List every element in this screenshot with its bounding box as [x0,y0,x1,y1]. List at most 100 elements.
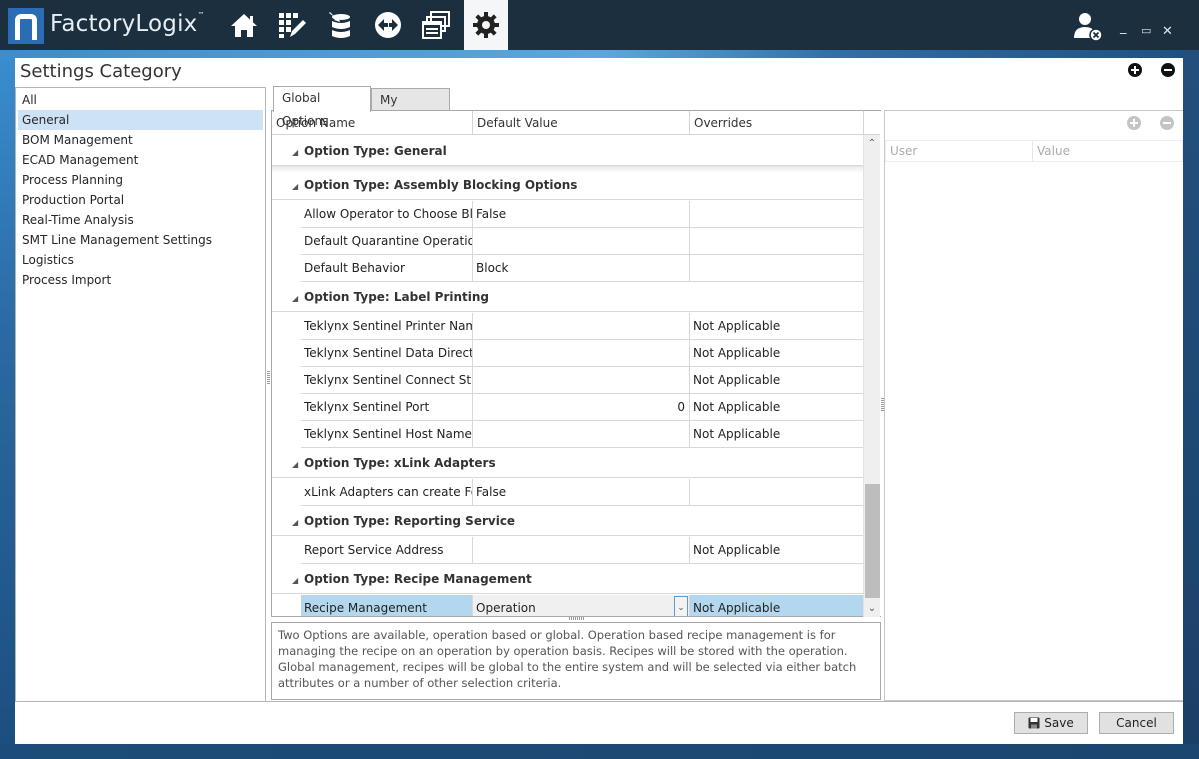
grid-edit-icon[interactable] [270,0,314,50]
column-header-value[interactable]: Value [1033,141,1182,161]
overrides-cell[interactable] [690,228,864,254]
category-item[interactable]: Process Import [18,270,263,290]
add-category-button[interactable] [1128,63,1142,77]
default-value-cell[interactable] [473,340,690,366]
default-value-cell[interactable]: 0 [473,394,690,420]
option-name-cell[interactable]: Default Behavior [301,255,473,281]
windows-icon[interactable] [414,0,458,50]
category-item[interactable]: BOM Management [18,130,263,150]
default-value-cell[interactable]: False [473,201,690,227]
group-header-row[interactable]: ◢ Option Type: Recipe Management [272,564,864,594]
database-import-icon[interactable] [318,0,362,50]
home-icon[interactable] [222,0,266,50]
option-name-cell[interactable]: xLink Adapters can create Fe... [301,479,473,505]
overrides-cell[interactable]: Not Applicable [690,537,864,563]
options-grid: Option Name Default Value Overrides ◢Opt… [271,110,881,617]
table-row[interactable]: Teklynx Sentinel Data Directory Not Appli… [301,340,864,367]
category-item[interactable]: Logistics [18,250,263,270]
remove-override-button[interactable] [1160,116,1174,130]
overrides-cell[interactable]: Not Applicable [690,421,864,447]
remove-category-button[interactable] [1161,63,1175,77]
option-name-cell[interactable]: Default Quarantine Operatio... [301,228,473,254]
tab-my-options[interactable]: My Options [371,88,450,130]
minimize-button[interactable]: _ [1120,20,1127,35]
user-logout-icon[interactable] [1072,10,1104,42]
collapse-triangle-icon[interactable]: ◢ [292,284,304,314]
collapse-triangle-icon[interactable]: ◢ [292,508,304,538]
overrides-cell[interactable] [690,479,864,505]
column-header-overrides[interactable]: Overrides [690,111,864,135]
cancel-button[interactable]: Cancel [1099,712,1174,734]
maximize-button[interactable]: ▭ [1141,24,1151,37]
splitter-handle-left[interactable] [267,371,270,385]
table-row[interactable]: Allow Operator to Choose Bl... False [301,201,864,228]
group-header-row[interactable]: ◢ Option Type: xLink Adapters [272,448,864,478]
group-header-row[interactable]: ◢ Option Type: Reporting Service [272,506,864,536]
table-row[interactable]: Recipe Management Operation ⌄ Not Applicabl… [301,595,864,616]
default-value-cell[interactable] [473,421,690,447]
navigate-arrows-icon[interactable] [366,0,410,50]
default-value-cell[interactable]: False [473,479,690,505]
default-value-cell[interactable] [473,228,690,254]
category-item[interactable]: ECAD Management [18,150,263,170]
category-item[interactable]: General [18,110,263,130]
option-name-cell[interactable]: Teklynx Sentinel Printer Names [301,313,473,339]
add-override-button[interactable] [1127,116,1141,130]
overrides-cell[interactable] [690,201,864,227]
overrides-cell[interactable]: Not Applicable [690,313,864,339]
category-item[interactable]: Production Portal [18,190,263,210]
accent-bar [8,50,1199,58]
option-name-cell[interactable]: Teklynx Sentinel Port [301,394,473,420]
category-item[interactable]: Real-Time Analysis [18,210,263,230]
option-name-cell[interactable]: Report Service Address [301,537,473,563]
column-header-user[interactable]: User [886,141,1033,161]
option-name-cell[interactable]: Teklynx Sentinel Connect Stri... [301,367,473,393]
option-name-cell[interactable]: Teklynx Sentinel Host Name [301,421,473,447]
scrollbar-thumb[interactable] [865,484,880,598]
table-row[interactable]: Teklynx Sentinel Printer Names Not Applic… [301,313,864,340]
collapse-triangle-icon[interactable]: ◢ [292,450,304,480]
save-button[interactable]: Save [1014,712,1088,734]
default-value-cell[interactable] [473,537,690,563]
collapse-triangle-icon[interactable]: ◢ [292,138,304,168]
table-row[interactable]: Default Behavior Block [301,255,864,282]
scroll-down-icon[interactable]: ⌄ [864,600,880,617]
column-header-default-value[interactable]: Default Value [473,111,690,135]
overrides-cell[interactable]: Not Applicable [690,394,864,420]
overrides-cell[interactable] [690,255,864,281]
category-item[interactable]: SMT Line Management Settings [18,230,263,250]
table-row[interactable]: Report Service Address Not Applicable [301,537,864,564]
collapse-triangle-icon[interactable]: ◢ [292,566,304,596]
collapse-triangle-icon[interactable]: ◢ [292,172,304,202]
grid-vertical-scrollbar[interactable]: ⌃ ⌄ [863,135,880,617]
scroll-up-icon[interactable]: ⌃ [864,135,880,152]
category-item[interactable]: Process Planning [18,170,263,190]
default-value-cell[interactable] [473,313,690,339]
dropdown-chevron-icon[interactable]: ⌄ [674,596,688,616]
splitter-handle-right[interactable] [881,398,884,412]
tab-global-options[interactable]: Global Options [273,86,371,128]
default-value-dropdown[interactable]: Operation ⌄ [473,595,690,616]
default-value-text: Operation [476,601,536,615]
option-name-cell[interactable]: Allow Operator to Choose Bl... [301,201,473,227]
group-header-row[interactable]: ◢ Option Type: Label Printing [272,282,864,312]
option-name-cell[interactable]: Teklynx Sentinel Data Directory [301,340,473,366]
overrides-cell[interactable]: Not Applicable [690,340,864,366]
default-value-cell[interactable]: Block [473,255,690,281]
close-button[interactable]: ✕ [1162,24,1173,39]
default-value-cell[interactable] [473,367,690,393]
table-row[interactable]: Teklynx Sentinel Connect Stri... Not Appl… [301,367,864,394]
settings-gear-icon[interactable] [464,0,508,50]
overrides-cell[interactable]: Not Applicable [690,367,864,393]
splitter-handle-description[interactable] [569,617,585,620]
table-row[interactable]: Teklynx Sentinel Host Name Not Applicable [301,421,864,448]
trademark: ™ [197,11,205,19]
category-item[interactable]: All [18,90,263,110]
group-header-row[interactable]: ◢ Option Type: General [272,136,864,166]
option-name-cell[interactable]: Recipe Management [301,595,473,616]
overrides-cell[interactable]: Not Applicable [690,595,864,616]
table-row[interactable]: xLink Adapters can create Fe... False [301,479,864,506]
table-row[interactable]: Teklynx Sentinel Port 0 Not Applicable [301,394,864,421]
table-row[interactable]: Default Quarantine Operatio... [301,228,864,255]
group-header-row[interactable]: ◢ Option Type: Assembly Blocking Options [272,170,864,200]
